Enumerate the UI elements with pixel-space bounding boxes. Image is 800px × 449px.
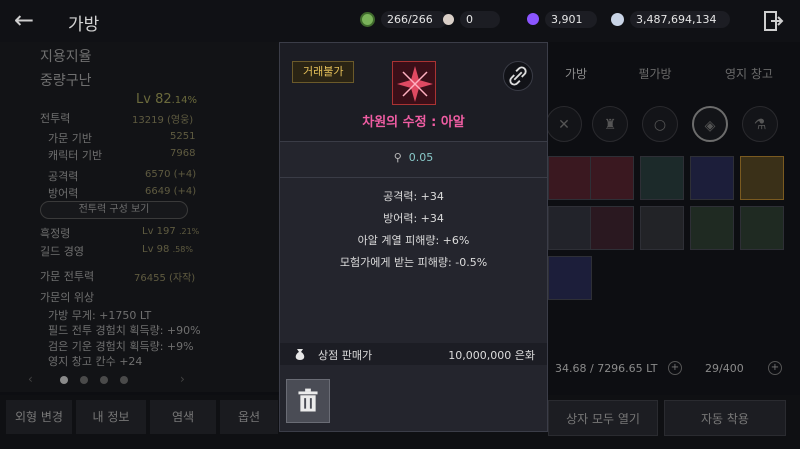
inventory-slot[interactable] <box>690 156 734 200</box>
untradeable-tag: 거래불가 <box>292 61 355 83</box>
appearance-button[interactable]: 외형 변경 <box>6 400 72 434</box>
prestige-bonus-2: 필드 전투 경험치 획득량: +90% <box>48 324 201 337</box>
crystal-category-icon[interactable]: ◈ <box>692 106 728 142</box>
item-tooltip: 거래불가 차원의 수정 : 아알 ⚲ 0.05 공격력: +34 방어력: +3… <box>279 42 548 432</box>
gem-icon <box>527 13 539 25</box>
page-dot[interactable] <box>80 376 88 384</box>
auto-equip-button[interactable]: 자동 착용 <box>664 400 786 436</box>
inventory-slot[interactable] <box>740 156 784 200</box>
attack-label: 공격력 <box>48 170 79 183</box>
crystal-shard-icon <box>397 66 433 102</box>
delete-button[interactable] <box>286 379 330 423</box>
tab-pearl-bag[interactable]: 펄가방 <box>610 56 700 92</box>
character-level: Lv 82.14% <box>136 92 198 107</box>
inventory-slot[interactable] <box>590 206 634 250</box>
black-spirit-label: 흑정령 <box>40 227 71 240</box>
family-name: 지용지율 <box>40 49 92 65</box>
combat-value: 13219 (영웅) <box>132 115 194 126</box>
tab-bag[interactable]: 가방 <box>548 56 604 92</box>
money-bag-icon <box>295 349 305 360</box>
inventory-slot[interactable] <box>690 206 734 250</box>
tab-storage[interactable]: 영지 창고 <box>704 56 794 92</box>
divider <box>280 141 547 142</box>
exit-icon[interactable] <box>762 10 784 32</box>
gem-display: 3,901 <box>527 9 597 29</box>
char-base-value: 7968 <box>170 148 196 159</box>
page-dot[interactable] <box>100 376 108 384</box>
combat-label: 전투력 <box>40 112 71 125</box>
item-name: 차원의 수정 : 아알 <box>362 115 465 130</box>
options-button[interactable]: 옵션 <box>220 400 278 434</box>
add-weight-icon[interactable]: + <box>668 361 682 375</box>
guild-label: 길드 경영 <box>40 245 84 258</box>
defense-label: 방어력 <box>48 187 79 200</box>
inventory-slot[interactable] <box>740 206 784 250</box>
family-base-value: 5251 <box>170 131 196 142</box>
combat-breakdown-button[interactable]: 전투력 구성 보기 <box>40 201 188 219</box>
item-stat: 방어력: +34 <box>383 212 444 225</box>
inventory-slot[interactable] <box>590 156 634 200</box>
family-base-label: 가문 기반 <box>48 132 92 145</box>
prev-page-icon[interactable]: ‹ <box>28 372 33 386</box>
black-spirit-value: Lv 197 .21% <box>142 226 200 237</box>
top-bar: ← 가방 266/266 0 3,901 3,487,694,134 <box>0 0 800 42</box>
guild-value: Lv 98 .58% <box>142 244 193 255</box>
character-name: 중량구난 <box>40 73 92 89</box>
family-combat-label: 가문 전투력 <box>40 270 95 283</box>
armor-category-icon[interactable]: ♜ <box>592 106 628 142</box>
inventory-slot[interactable] <box>548 156 592 200</box>
dye-button[interactable]: 염색 <box>150 400 216 434</box>
accessory-category-icon[interactable]: ○ <box>642 106 678 142</box>
pearl-display: 0 <box>443 9 500 29</box>
potion-category-icon[interactable]: ⚗ <box>742 106 778 142</box>
back-arrow-icon[interactable]: ← <box>14 8 46 32</box>
defense-value: 6649 (+4) <box>145 186 197 197</box>
sell-price-label: 상점 판매가 <box>318 349 373 362</box>
family-combat-value: 76455 (자작) <box>134 273 196 284</box>
inventory-slot[interactable] <box>640 156 684 200</box>
page-dot[interactable] <box>120 376 128 384</box>
divider <box>280 177 547 178</box>
open-all-boxes-button[interactable]: 상자 모두 열기 <box>548 400 658 436</box>
page-dots <box>60 376 128 384</box>
prestige-bonus-3: 검은 기운 경험치 획득량: +9% <box>48 340 194 353</box>
inventory-slot[interactable] <box>548 206 592 250</box>
energy-icon <box>360 11 375 27</box>
link-button[interactable] <box>503 61 533 91</box>
bag-weight: 34.68 / 7296.65 LT <box>555 362 658 375</box>
link-icon <box>509 66 527 86</box>
silver-display: 3,487,694,134 <box>611 9 731 29</box>
next-page-icon[interactable]: › <box>180 372 185 386</box>
silver-icon <box>611 12 624 26</box>
item-stat: 공격력: +34 <box>383 190 444 203</box>
energy-display: 266/266 <box>360 9 447 29</box>
crystal-item-icon <box>392 61 436 105</box>
item-stat: 모험가에게 받는 피해량: -0.5% <box>339 256 488 269</box>
family-prestige-label: 가문의 위상 <box>40 291 95 304</box>
item-stat: 아알 계열 피해량: +6% <box>357 234 470 247</box>
page-title: 가방 <box>68 15 100 35</box>
trash-icon <box>298 388 318 412</box>
prestige-bonus-1: 가방 무게: +1750 LT <box>48 309 152 322</box>
add-slots-icon[interactable]: + <box>768 361 782 375</box>
prestige-bonus-4: 영지 창고 칸수 +24 <box>48 355 143 368</box>
inventory-slot[interactable] <box>640 206 684 250</box>
sell-price-value: 10,000,000 은화 <box>448 349 535 362</box>
my-info-button[interactable]: 내 정보 <box>76 400 146 434</box>
sell-price-row: 상점 판매가 10,000,000 은화 <box>280 343 547 365</box>
tooltip-header: 거래불가 차원의 수정 : 아알 <box>280 43 547 141</box>
weight-icon: ⚲ <box>393 151 402 164</box>
page-dot[interactable] <box>60 376 68 384</box>
bag-slot-count: 29/400 <box>705 362 744 375</box>
item-weight: ⚲ 0.05 <box>393 151 434 164</box>
inventory-slot[interactable] <box>548 256 592 300</box>
char-base-label: 캐릭터 기반 <box>48 149 103 162</box>
pearl-icon <box>443 13 454 25</box>
weapon-category-icon[interactable]: ✕ <box>546 106 582 142</box>
attack-value: 6570 (+4) <box>145 169 197 180</box>
